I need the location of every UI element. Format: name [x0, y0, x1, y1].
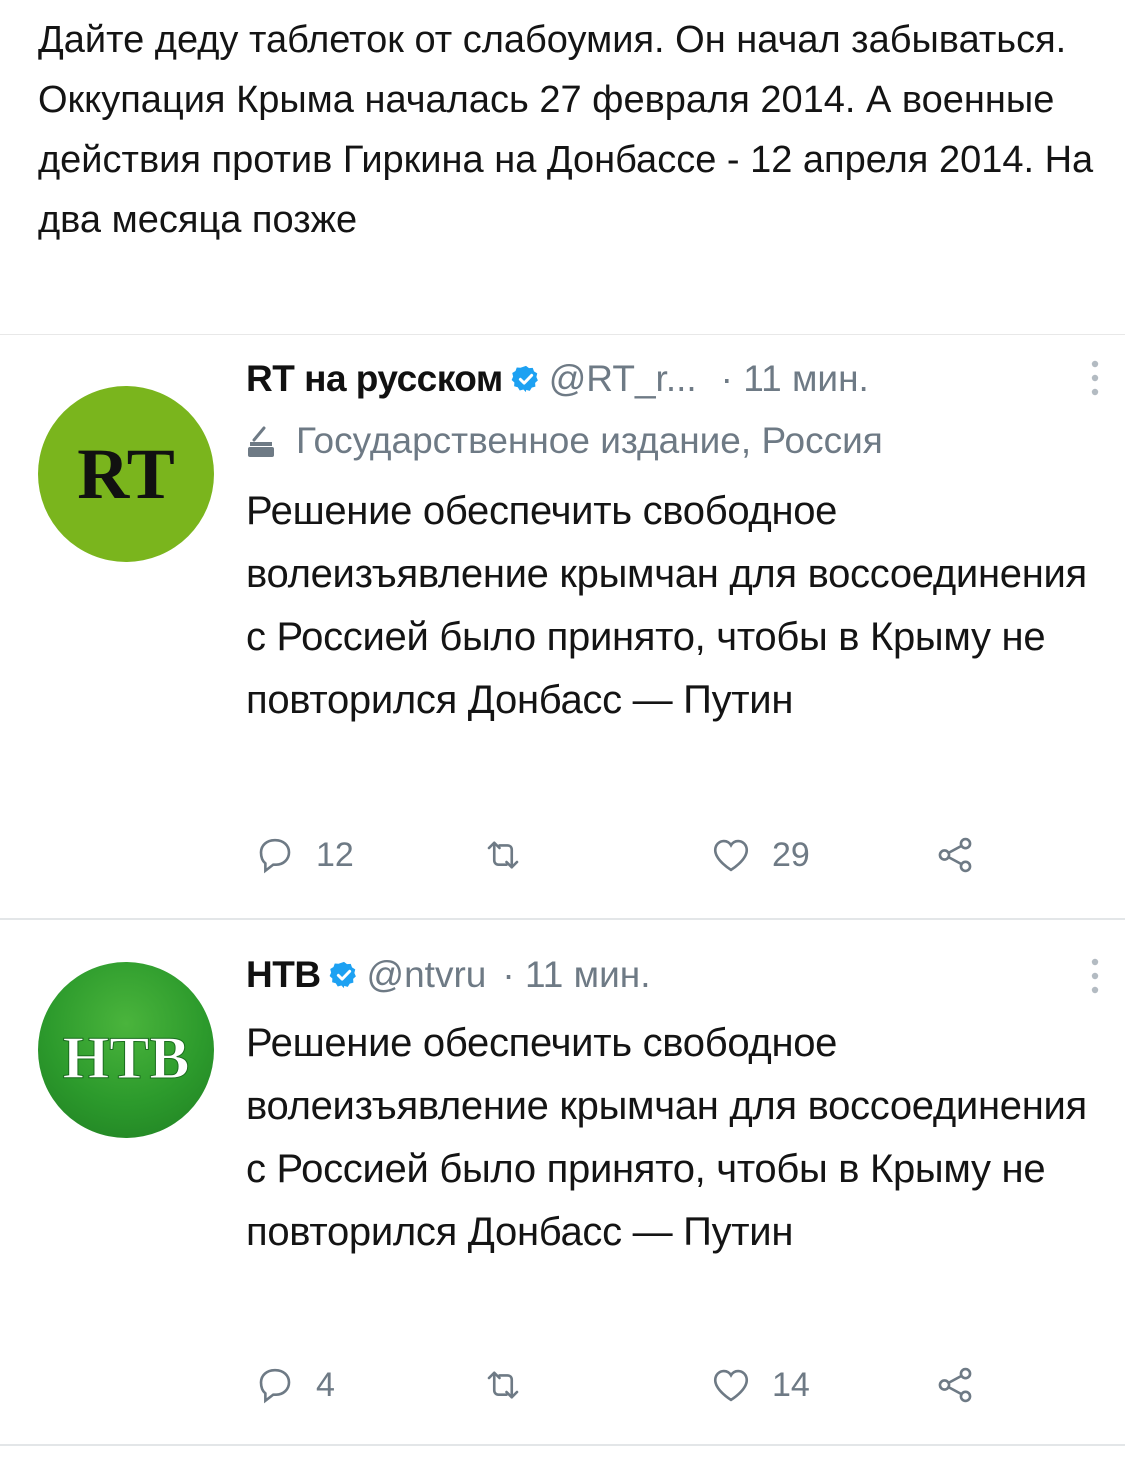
retweet-icon — [487, 1371, 519, 1399]
retweet-button[interactable] — [482, 1360, 544, 1410]
author-name[interactable]: RT на русском — [246, 358, 503, 400]
tweet-rt[interactable]: RT RT на русском @RT_r... · 11 мин. Госу… — [0, 334, 1125, 920]
tweet-header: НТВ @ntvru · 11 мин. — [246, 950, 650, 1000]
tweet-time[interactable]: · 11 мин. — [502, 954, 650, 996]
rt-logo-text: RT — [77, 434, 175, 514]
author-handle[interactable]: @RT_r... — [549, 358, 697, 400]
retweet-button[interactable] — [482, 830, 544, 880]
tweet-actions: 4 14 — [246, 1360, 1006, 1410]
rt-logo-icon: RT — [77, 434, 175, 514]
heart-icon — [713, 839, 749, 872]
tweet-divider — [0, 1444, 1125, 1446]
reply-count: 12 — [316, 835, 354, 874]
verified-badge-icon — [511, 365, 538, 393]
caption-line-2: Оккупация Крыма началась 27 февраля 2014… — [38, 79, 1094, 241]
share-button[interactable] — [934, 1360, 976, 1410]
share-button[interactable] — [934, 830, 976, 880]
more-options-icon[interactable] — [1091, 360, 1099, 396]
post-caption: Дайте деду таблеток от слабоумия. Он нач… — [38, 10, 1098, 250]
state-media-flag-icon — [248, 426, 274, 457]
reply-button[interactable]: 12 — [254, 830, 354, 880]
tweet-text: Решение обеспечить свободное волеизъявле… — [246, 489, 1087, 722]
retweet-icon — [487, 841, 519, 869]
tweet-time[interactable]: · 11 мин. — [721, 358, 869, 400]
author-handle[interactable]: @ntvru — [367, 954, 487, 996]
tweet-actions: 12 29 — [246, 830, 1006, 880]
reply-icon — [259, 1368, 291, 1404]
reply-button[interactable]: 4 — [254, 1360, 335, 1410]
tweet-text: Решение обеспечить свободное волеизъявле… — [246, 1021, 1087, 1254]
verified-badge-icon — [329, 961, 356, 989]
like-button[interactable]: 29 — [710, 830, 810, 880]
heart-icon — [713, 1369, 749, 1402]
ntv-logo-text: НТВ — [63, 1025, 190, 1091]
reply-count: 4 — [316, 1365, 335, 1404]
caption-line-1: Дайте деду таблеток от слабоумия. Он нач… — [38, 19, 1067, 61]
avatar-rt[interactable]: RT — [38, 386, 214, 562]
like-count: 14 — [772, 1365, 810, 1404]
tweet-ntv[interactable]: НТВ НТВ @ntvru · 11 мин. Решение обеспеч… — [0, 920, 1125, 1450]
state-media-label[interactable]: Государственное издание, Россия — [246, 414, 883, 468]
tweet-header: RT на русском @RT_r... · 11 мин. — [246, 354, 869, 404]
author-name[interactable]: НТВ — [246, 954, 321, 996]
avatar-ntv[interactable]: НТВ — [38, 962, 214, 1138]
more-options-icon[interactable] — [1091, 958, 1099, 994]
like-button[interactable]: 14 — [710, 1360, 810, 1410]
embedded-tweets-image: RT RT на русском @RT_r... · 11 мин. Госу… — [0, 334, 1125, 1461]
ntv-logo-icon: НТВ — [62, 1025, 190, 1092]
state-media-label-text: Государственное издание, Россия — [296, 420, 883, 461]
like-count: 29 — [772, 835, 810, 874]
reply-icon — [259, 838, 291, 874]
share-icon — [938, 1367, 972, 1403]
share-icon — [938, 837, 972, 873]
